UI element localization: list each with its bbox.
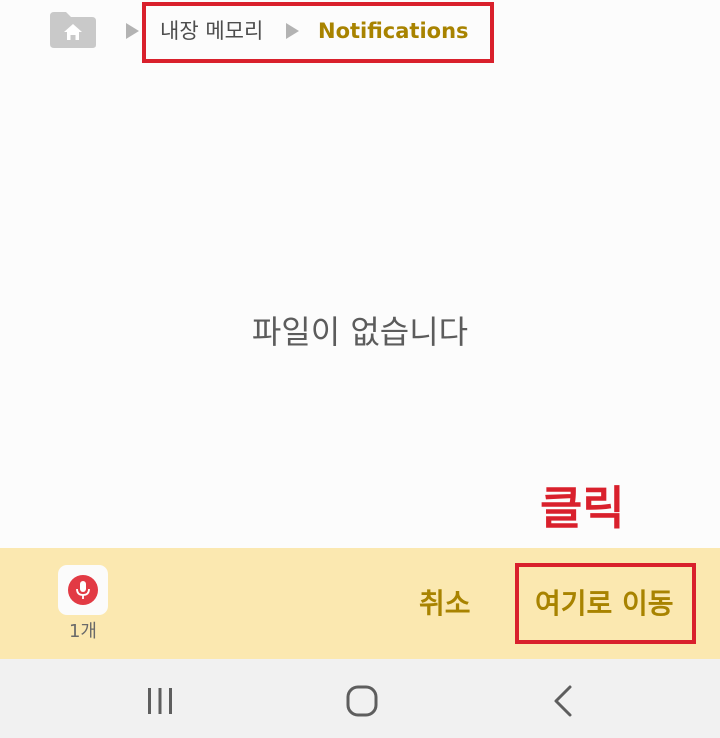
- back-chevron-icon[interactable]: [534, 679, 594, 723]
- cancel-button[interactable]: 취소: [419, 584, 471, 624]
- home-folder-icon[interactable]: [48, 10, 98, 50]
- voice-recorder-icon: [58, 565, 108, 615]
- selected-count: 1개: [68, 621, 97, 642]
- empty-folder-message: 파일이 없습니다: [251, 313, 469, 351]
- home-circle-icon[interactable]: [332, 679, 392, 723]
- breadcrumb-separator-icon: [126, 23, 139, 39]
- move-button-highlight-box: [515, 563, 696, 644]
- click-annotation: 클릭: [540, 481, 625, 535]
- system-nav-bar: [0, 659, 720, 738]
- breadcrumb-highlight-box: [142, 2, 494, 63]
- recents-icon[interactable]: [130, 679, 190, 723]
